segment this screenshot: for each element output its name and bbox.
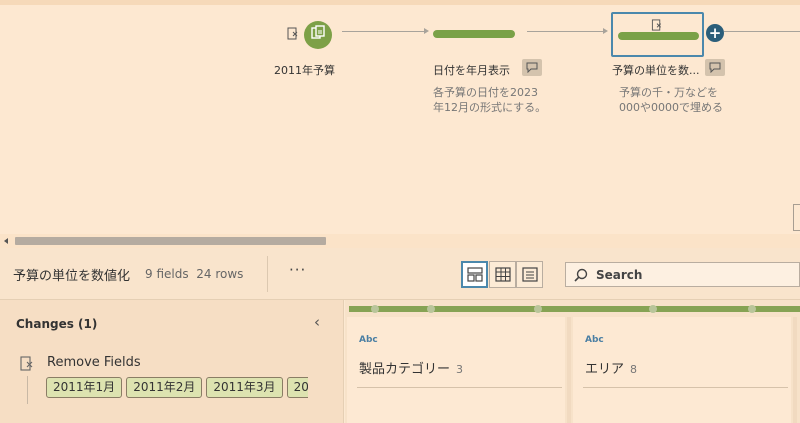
card-separator bbox=[567, 317, 571, 423]
toolbar-divider bbox=[267, 256, 268, 292]
comment-icon bbox=[526, 62, 538, 73]
profile-summary-bar bbox=[349, 306, 800, 312]
scroll-left-arrow-icon[interactable] bbox=[4, 238, 8, 244]
profile-pane: Abc 製品カテゴリー 3 Abc エリア 8 bbox=[345, 300, 800, 423]
scrollbar-thumb[interactable] bbox=[15, 237, 326, 245]
field-chip[interactable]: 2011年2月 bbox=[126, 377, 203, 398]
list-view-button[interactable] bbox=[516, 261, 543, 288]
field-name-label: エリア bbox=[585, 362, 625, 377]
field-name-label: 製品カテゴリー bbox=[359, 362, 451, 377]
profile-card[interactable]: Abc エリア 8 bbox=[573, 317, 791, 423]
step-toolbar: 予算の単位を数値化 9 fields 24 rows ··· Search bbox=[0, 248, 800, 300]
remove-fields-icon bbox=[20, 356, 34, 376]
field-divider bbox=[583, 387, 788, 388]
more-options-button[interactable]: ··· bbox=[289, 261, 306, 279]
field-divider bbox=[357, 387, 562, 388]
profile-bar-marker bbox=[371, 305, 379, 313]
table-view-icon bbox=[494, 267, 511, 282]
field-type-badge: Abc bbox=[585, 335, 604, 345]
card-separator bbox=[793, 317, 797, 423]
step-stats: 9 fields 24 rows bbox=[145, 267, 243, 281]
comment-button[interactable] bbox=[705, 59, 725, 76]
field-distinct-count: 3 bbox=[456, 363, 464, 376]
clean-step-node[interactable] bbox=[433, 30, 515, 38]
field-count: 9 fields bbox=[145, 267, 189, 281]
flow-edge-arrow bbox=[603, 28, 608, 34]
search-placeholder: Search bbox=[596, 268, 643, 282]
canvas-horizontal-scrollbar[interactable] bbox=[0, 234, 800, 248]
change-connector bbox=[27, 376, 28, 404]
field-chip[interactable]: 2011年1月 bbox=[46, 377, 123, 398]
remove-fields-icon bbox=[287, 25, 299, 44]
field-distinct-count: 8 bbox=[630, 363, 638, 376]
node-description-line: 年12月の形式にする。 bbox=[433, 101, 547, 114]
flow-canvas[interactable]: 2011年予算 日付を年月表示 各予算の日付を2023 年12月の形式にする。 … bbox=[0, 0, 800, 234]
search-input[interactable]: Search bbox=[565, 262, 800, 287]
node-description: 各予算の日付を2023 年12月の形式にする。 bbox=[433, 85, 546, 115]
node-description-line: 予算の千・万などを bbox=[619, 86, 718, 99]
node-description-line: 各予算の日付を2023 bbox=[433, 86, 538, 99]
clean-step-node-selected[interactable] bbox=[618, 32, 699, 40]
canvas-edge-handle[interactable] bbox=[793, 204, 800, 231]
search-icon bbox=[574, 268, 588, 282]
profile-bar-marker bbox=[649, 305, 657, 313]
profile-card[interactable]: Abc 製品カテゴリー 3 bbox=[347, 317, 565, 423]
node-description-line: 000や0000で埋める bbox=[619, 101, 723, 114]
flow-edge bbox=[342, 31, 425, 32]
step-name[interactable]: 予算の単位を数値化 bbox=[13, 265, 130, 284]
profile-bar-marker bbox=[427, 305, 435, 313]
node-description: 予算の千・万などを 000や0000で埋める bbox=[619, 85, 723, 115]
row-count: 24 rows bbox=[196, 267, 244, 281]
comment-button[interactable] bbox=[522, 59, 542, 76]
comment-icon bbox=[709, 62, 721, 73]
add-step-button[interactable]: + bbox=[706, 24, 724, 42]
node-label: 日付を年月表示 bbox=[433, 64, 510, 77]
input-file-icon bbox=[310, 25, 326, 45]
changes-panel: Changes (1) ‹ Remove Fields 2011年1月 2011年… bbox=[0, 300, 344, 423]
changes-title: Changes (1) bbox=[16, 317, 98, 331]
profile-view-icon bbox=[466, 267, 483, 282]
node-label: 予算の単位を数... bbox=[612, 64, 700, 77]
profile-bar-marker bbox=[534, 305, 542, 313]
removed-field-chips: 2011年1月2011年2月2011年3月2011年4月 bbox=[46, 376, 308, 398]
input-step-node[interactable] bbox=[304, 21, 332, 49]
field-name[interactable]: エリア 8 bbox=[585, 358, 637, 377]
flow-edge bbox=[527, 31, 604, 32]
profile-view-button[interactable] bbox=[461, 261, 488, 288]
profile-bar-marker bbox=[748, 305, 756, 313]
flow-edge-arrow bbox=[424, 28, 429, 34]
field-chip[interactable]: 2011年3月 bbox=[206, 377, 283, 398]
change-label[interactable]: Remove Fields bbox=[47, 355, 141, 370]
table-view-button[interactable] bbox=[489, 261, 516, 288]
field-chip[interactable]: 2011年4月 bbox=[286, 377, 308, 398]
collapse-icon[interactable]: ‹ bbox=[314, 313, 320, 331]
field-type-badge: Abc bbox=[359, 335, 378, 345]
list-view-icon bbox=[521, 267, 538, 282]
field-name[interactable]: 製品カテゴリー 3 bbox=[359, 358, 463, 377]
node-label: 2011年予算 bbox=[274, 64, 335, 77]
flow-edge bbox=[724, 31, 800, 32]
